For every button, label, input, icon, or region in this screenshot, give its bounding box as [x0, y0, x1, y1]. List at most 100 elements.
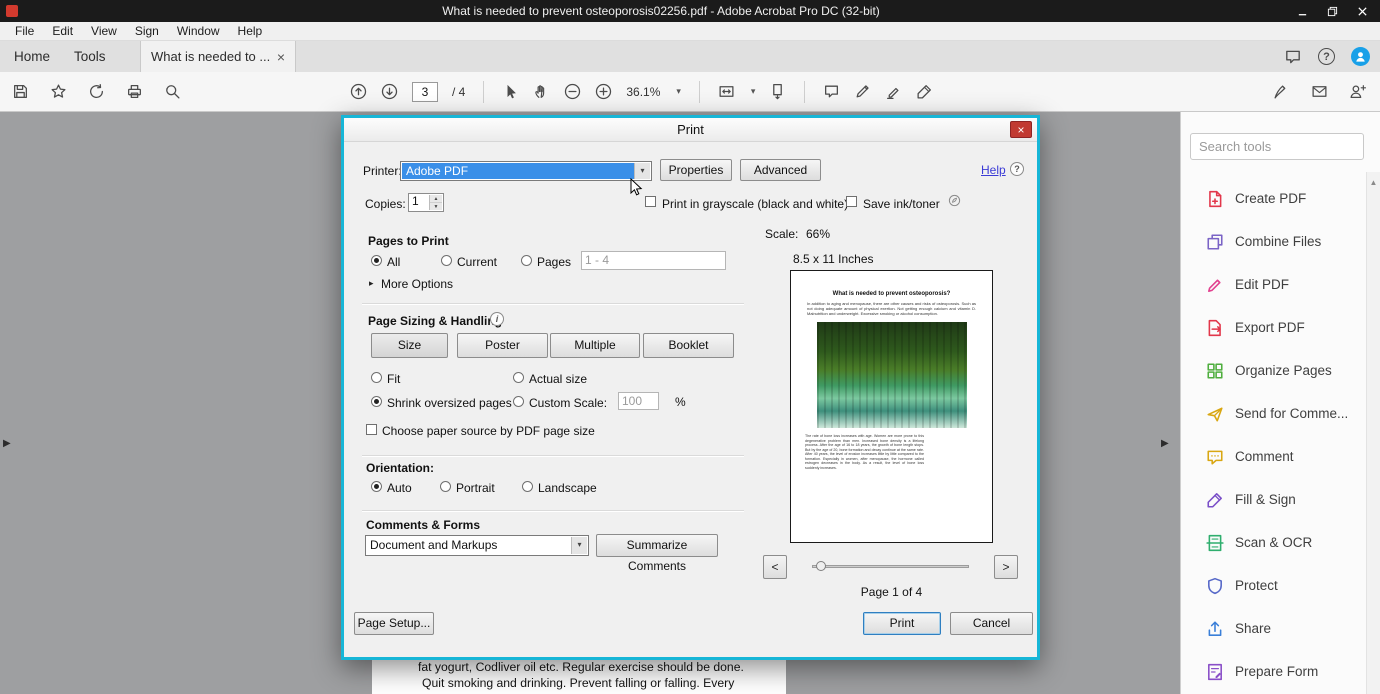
custom-scale-radio[interactable]	[513, 396, 524, 407]
help-question-icon[interactable]: ?	[1010, 162, 1024, 176]
share-with-people-icon[interactable]	[1349, 83, 1366, 100]
tab-close-icon[interactable]: ×	[277, 49, 285, 65]
pencil-markup-icon[interactable]	[854, 83, 871, 100]
tool-prepare-form[interactable]: Prepare Form	[1181, 650, 1368, 693]
printer-dropdown-arrow-icon[interactable]: ▾	[634, 163, 650, 179]
share-file-icon[interactable]	[88, 83, 105, 100]
slider-thumb[interactable]	[816, 561, 826, 571]
preview-next-button[interactable]: >	[994, 555, 1018, 579]
add-comment-icon[interactable]	[823, 83, 840, 100]
summarize-comments-button[interactable]: Summarize Comments	[596, 534, 718, 557]
tab-document[interactable]: What is needed to ... ×	[140, 41, 296, 72]
tool-comment[interactable]: Comment	[1181, 435, 1368, 478]
copies-field[interactable]: 1 ▲▼	[408, 193, 444, 212]
orientation-portrait-label[interactable]: Portrait	[456, 481, 495, 495]
notifications-comment-icon[interactable]	[1284, 48, 1302, 66]
more-options-label[interactable]: More Options	[381, 277, 453, 291]
tool-export-pdf[interactable]: Export PDF	[1181, 306, 1368, 349]
dialog-close-icon[interactable]: ×	[1010, 121, 1032, 138]
menu-view[interactable]: View	[82, 22, 126, 41]
panel-scrollbar[interactable]: ▲	[1366, 172, 1380, 694]
paper-source-label[interactable]: Choose paper source by PDF page size	[382, 424, 595, 438]
paper-source-checkbox[interactable]	[366, 424, 377, 435]
zoom-caret-icon[interactable]: ▾	[676, 86, 681, 97]
comments-forms-dropdown[interactable]: Document and Markups ▾	[365, 535, 589, 556]
tool-scan-ocr[interactable]: Scan & OCR	[1181, 521, 1368, 564]
tool-send-for-comments[interactable]: Send for Comme...	[1181, 392, 1368, 435]
quick-sign-icon[interactable]	[1273, 83, 1290, 100]
zoom-out-icon[interactable]	[564, 83, 581, 100]
preview-page-slider[interactable]	[812, 559, 969, 573]
properties-button[interactable]: Properties	[660, 159, 732, 181]
zoom-level-value[interactable]: 36.1%	[626, 85, 660, 99]
save-ink-checkbox[interactable]	[846, 196, 857, 207]
pages-current-label[interactable]: Current	[457, 255, 497, 269]
custom-scale-field[interactable]: 100	[618, 392, 659, 410]
right-panel-expander-icon[interactable]: ▶	[1161, 438, 1169, 449]
minimize-icon[interactable]	[1296, 5, 1308, 17]
size-button[interactable]: Size	[371, 333, 448, 358]
print-button[interactable]: Print	[863, 612, 941, 635]
restore-icon[interactable]	[1326, 5, 1338, 17]
tool-fill-sign[interactable]: Fill & Sign	[1181, 478, 1368, 521]
fit-label[interactable]: Fit	[387, 372, 400, 386]
tool-combine-files[interactable]: Combine Files	[1181, 220, 1368, 263]
sign-pen-icon[interactable]	[916, 83, 933, 100]
page-display-icon[interactable]	[718, 83, 735, 100]
previous-page-icon[interactable]	[350, 83, 367, 100]
page-range-field[interactable]: 1 - 4	[581, 251, 726, 270]
actual-size-label[interactable]: Actual size	[529, 372, 587, 386]
scrolling-mode-icon[interactable]	[769, 83, 786, 100]
menu-file[interactable]: File	[6, 22, 43, 41]
menu-help[interactable]: Help	[229, 22, 272, 41]
orientation-portrait-radio[interactable]	[440, 481, 451, 492]
pages-all-label[interactable]: All	[387, 255, 400, 269]
custom-scale-label[interactable]: Custom Scale:	[529, 396, 607, 410]
orientation-landscape-radio[interactable]	[522, 481, 533, 492]
highlighter-icon[interactable]	[885, 83, 902, 100]
tool-protect[interactable]: Protect	[1181, 564, 1368, 607]
multiple-button[interactable]: Multiple	[550, 333, 640, 358]
orientation-auto-label[interactable]: Auto	[387, 481, 412, 495]
hand-tool-icon[interactable]	[533, 83, 550, 100]
pages-pages-radio[interactable]	[521, 255, 532, 266]
printer-dropdown[interactable]: Adobe PDF ▾	[400, 161, 652, 181]
cancel-button[interactable]: Cancel	[950, 612, 1033, 635]
pages-current-radio[interactable]	[441, 255, 452, 266]
search-tools-input[interactable]	[1190, 133, 1364, 160]
next-page-icon[interactable]	[381, 83, 398, 100]
tool-share[interactable]: Share	[1181, 607, 1368, 650]
comments-forms-arrow-icon[interactable]: ▾	[571, 537, 587, 554]
tab-home[interactable]: Home	[0, 41, 64, 72]
fit-radio[interactable]	[371, 372, 382, 383]
pages-all-radio[interactable]	[371, 255, 382, 266]
email-icon[interactable]	[1311, 83, 1328, 100]
help-circle-icon[interactable]: ?	[1318, 48, 1335, 65]
actual-size-radio[interactable]	[513, 372, 524, 383]
tool-create-pdf[interactable]: Create PDF	[1181, 177, 1368, 220]
select-tool-icon[interactable]	[502, 83, 519, 100]
close-icon[interactable]	[1356, 5, 1368, 17]
more-options-triangle-icon[interactable]: ▸	[369, 278, 374, 289]
info-icon[interactable]: i	[490, 312, 504, 326]
save-icon[interactable]	[12, 83, 29, 100]
tab-tools[interactable]: Tools	[60, 41, 120, 72]
orientation-landscape-label[interactable]: Landscape	[538, 481, 597, 495]
help-link[interactable]: Help	[981, 163, 1006, 177]
grayscale-checkbox[interactable]	[645, 196, 656, 207]
avatar[interactable]	[1351, 47, 1370, 66]
tool-edit-pdf[interactable]: Edit PDF	[1181, 263, 1368, 306]
orientation-auto-radio[interactable]	[371, 481, 382, 492]
zoom-in-icon[interactable]	[595, 83, 612, 100]
copies-spinner[interactable]: ▲▼	[429, 195, 442, 210]
print-icon[interactable]	[126, 83, 143, 100]
page-number-input[interactable]	[412, 82, 438, 102]
search-icon[interactable]	[164, 83, 181, 100]
pages-pages-label[interactable]: Pages	[537, 255, 571, 269]
shrink-radio[interactable]	[371, 396, 382, 407]
tool-organize-pages[interactable]: Organize Pages	[1181, 349, 1368, 392]
menu-window[interactable]: Window	[168, 22, 229, 41]
favorites-star-icon[interactable]	[50, 83, 67, 100]
left-panel-expander-icon[interactable]: ▶	[3, 438, 11, 449]
preview-prev-button[interactable]: <	[763, 555, 787, 579]
